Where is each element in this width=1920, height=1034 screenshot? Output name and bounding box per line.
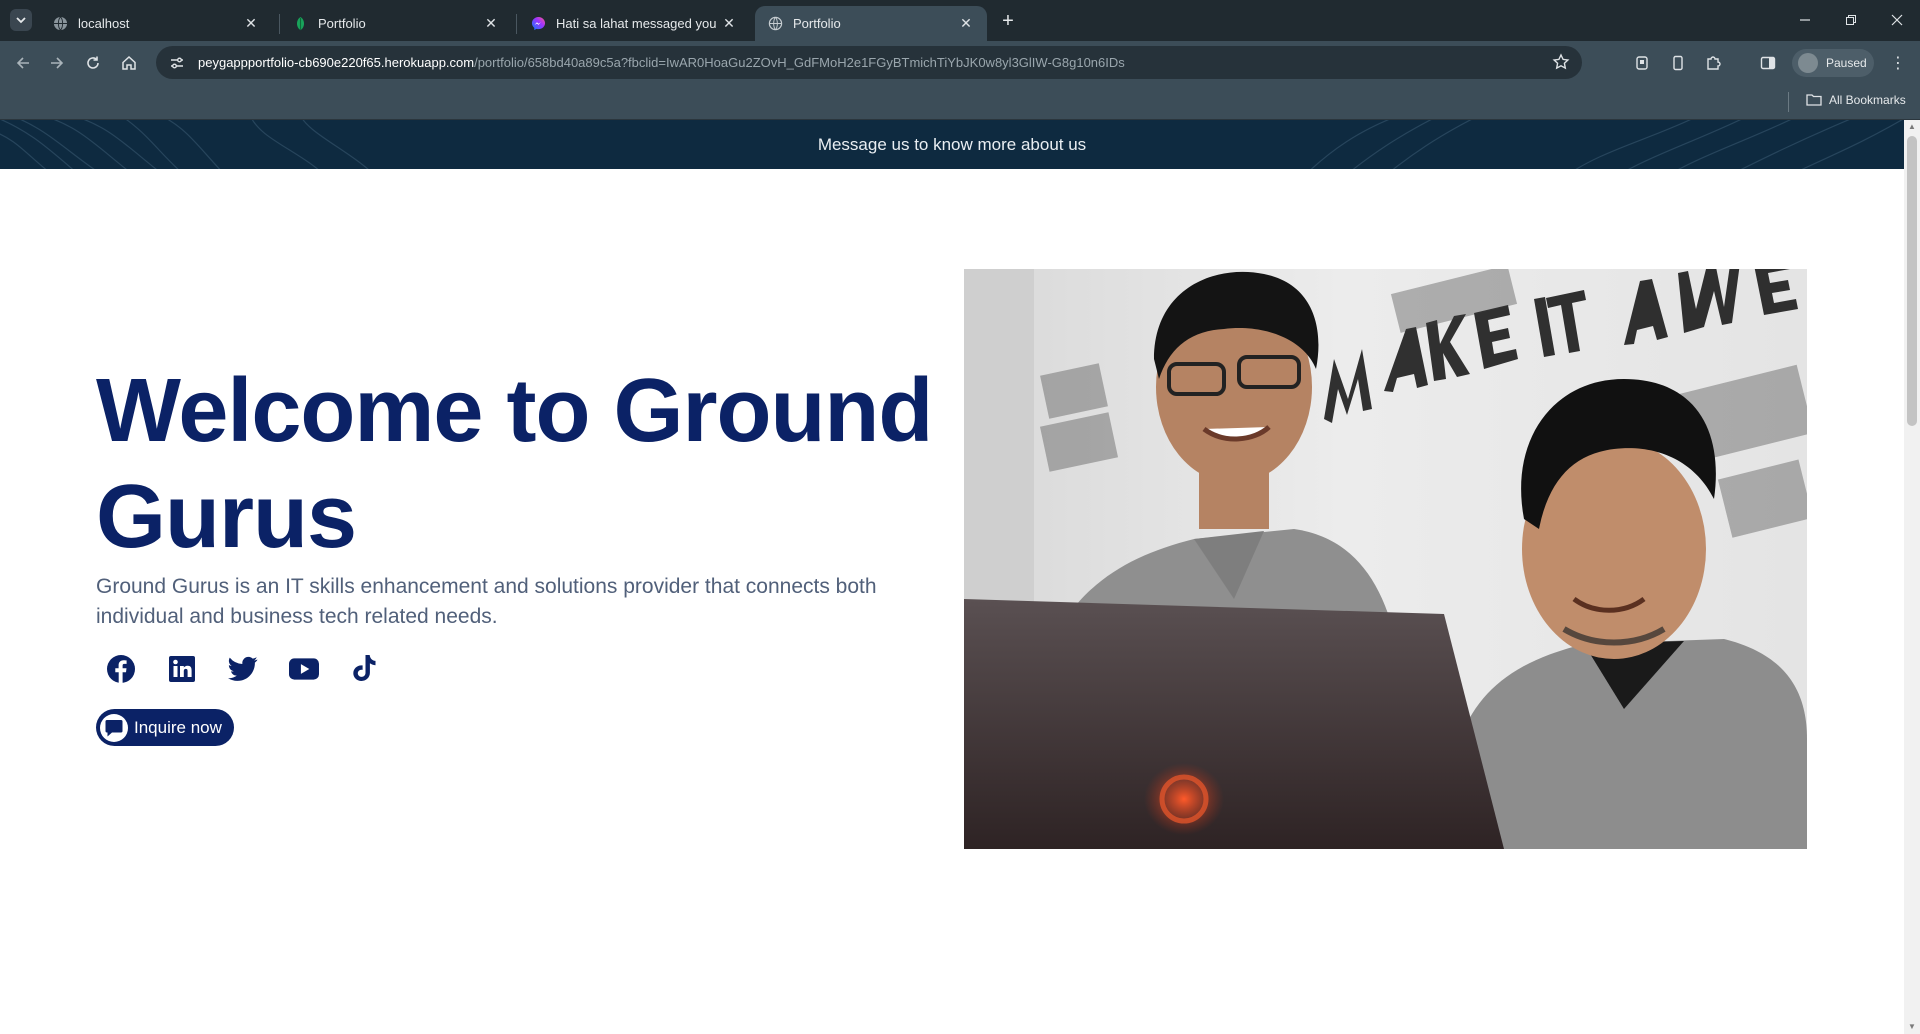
inquire-now-label: Inquire now [134,717,222,737]
back-button[interactable] [8,48,38,78]
browser-tab[interactable]: Portfolio ✕ [280,6,512,41]
chevron-down-icon [16,17,26,24]
phone-icon[interactable] [1668,53,1688,73]
close-icon[interactable]: ✕ [482,15,500,33]
tab-title: Portfolio [793,16,841,31]
reload-button[interactable] [78,48,108,78]
browser-tab-bar: localhost ✕ Portfolio ✕ Hati sa lahat me… [0,0,1920,41]
twitter-icon[interactable] [228,654,258,684]
web-page: Message us to know more about us Welcome… [0,120,1904,1034]
announcement-banner[interactable]: Message us to know more about us [0,120,1904,169]
bookmarks-divider [1788,92,1789,112]
profile-status: Paused [1826,56,1867,70]
close-icon[interactable]: ✕ [720,15,738,33]
home-icon [122,55,136,70]
facebook-icon[interactable] [106,654,136,684]
all-bookmarks-button[interactable]: All Bookmarks [1806,93,1906,107]
social-links [106,654,411,684]
all-bookmarks-label: All Bookmarks [1829,93,1906,107]
browser-tab-active[interactable]: Portfolio ✕ [755,6,987,41]
side-panel-icon[interactable] [1758,53,1778,73]
bookmark-star-icon[interactable] [1552,53,1570,76]
extension-icon[interactable] [1632,53,1652,73]
scroll-down-icon[interactable]: ▼ [1908,1022,1916,1031]
tab-title: Hati sa lahat messaged you [556,16,717,31]
reload-icon [87,56,99,69]
page-scrollbar[interactable]: ▲ ▼ [1904,120,1920,1034]
new-tab-button[interactable]: + [996,9,1020,33]
browser-toolbar: peygappportfolio-cb690e220f65.herokuapp.… [0,41,1920,84]
forward-button[interactable] [42,48,72,78]
banner-text: Message us to know more about us [817,134,1087,154]
youtube-icon[interactable] [289,654,319,684]
address-bar[interactable]: peygappportfolio-cb690e220f65.herokuapp.… [156,46,1582,79]
tab-title: localhost [78,16,130,31]
hero-title: Welcome to Ground Gurus [96,361,933,567]
folder-icon [1806,94,1822,106]
browser-tab[interactable]: localhost ✕ [40,6,272,41]
team-photo-illustration [964,269,1807,849]
hero-photo [964,269,1807,849]
more-menu-icon[interactable]: ⋮ [1890,53,1906,73]
arrow-right-icon [51,57,64,69]
minimize-icon [1800,19,1810,21]
hero-description: Ground Gurus is an IT skills enhancement… [96,575,877,628]
url-path: /portfolio/658bd40a89c5a?fbclid=IwAR0Hoa… [474,55,1125,70]
tiktok-icon[interactable] [350,654,380,684]
close-icon [1891,14,1903,26]
globe-icon [767,16,783,32]
browser-tab[interactable]: Hati sa lahat messaged you ✕ [518,6,750,41]
profile-button[interactable]: Paused [1792,49,1874,77]
restore-icon [1846,15,1856,25]
messenger-icon [530,16,546,32]
scroll-up-icon[interactable]: ▲ [1908,122,1916,131]
chat-icon [100,713,128,742]
tab-search-button[interactable] [10,9,32,31]
globe-icon [52,16,68,32]
close-icon[interactable]: ✕ [242,15,260,33]
close-icon[interactable]: ✕ [957,15,975,33]
arrow-left-icon [16,57,29,69]
tab-divider [516,14,517,34]
avatar [1798,53,1818,73]
scrollbar-thumb[interactable] [1907,136,1917,426]
tab-title: Portfolio [318,16,366,31]
minimize-button[interactable] [1782,6,1828,34]
site-info-icon[interactable] [168,54,186,72]
linkedin-icon[interactable] [167,654,197,684]
url-host: peygappportfolio-cb690e220f65.herokuapp.… [198,55,475,70]
inquire-now-button[interactable]: Inquire now [96,709,234,746]
puzzle-icon[interactable] [1704,53,1724,73]
close-window-button[interactable] [1874,6,1920,34]
leaf-icon [292,16,308,32]
url-text: peygappportfolio-cb690e220f65.herokuapp.… [198,55,1125,70]
restore-button[interactable] [1828,6,1874,34]
bookmarks-bar: All Bookmarks [0,84,1920,120]
home-button[interactable] [114,48,144,78]
